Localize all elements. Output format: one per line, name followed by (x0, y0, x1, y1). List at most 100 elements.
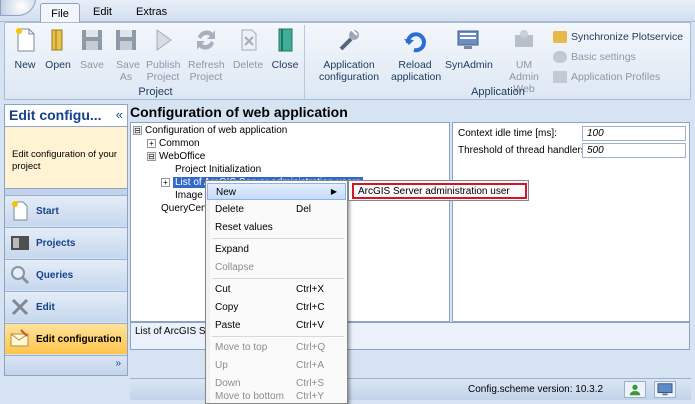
context-menu-cut[interactable]: Cut Ctrl+X (207, 281, 346, 298)
basic-settings-label: Basic settings (571, 51, 636, 63)
profiles-icon (553, 71, 567, 84)
nav-overflow-bar: » (5, 355, 127, 375)
tree-node-weboffice[interactable]: ⊟ WebOffice (147, 151, 205, 162)
nav-item-edit-configuration[interactable]: Edit configuration (5, 323, 127, 354)
ribbon-group-project: New Open Save Save As Publish Project Re… (7, 25, 305, 99)
nav-item-edit[interactable]: Edit (5, 291, 127, 322)
nav-item-start[interactable]: Start (5, 195, 127, 226)
context-menu-reset-values[interactable]: Reset values (207, 219, 346, 236)
nav-item-queries[interactable]: Queries (5, 259, 127, 290)
save-as-button[interactable]: Save As (111, 27, 141, 83)
submenu-arcgis-admin-user[interactable]: ArcGIS Server administration user (352, 183, 527, 199)
context-menu-move-to-bottom-label: Move to bottom (215, 391, 284, 402)
delete-icon (241, 29, 257, 51)
user-admin-icon (515, 30, 533, 47)
collapse-icon[interactable]: ⊟ (133, 126, 142, 135)
context-menu-collapse-label: Collapse (215, 262, 254, 273)
menu-separator (212, 278, 344, 279)
monitor-status-icon[interactable] (654, 381, 676, 398)
context-menu-down-label: Down (215, 378, 241, 389)
shortcut-cut: Ctrl+X (296, 284, 325, 295)
application-configuration-button[interactable]: Application configuration (313, 27, 385, 83)
context-menu-delete-label: Delete (215, 204, 244, 215)
settings-icon (553, 51, 567, 64)
envelope-edit-icon (10, 329, 29, 347)
context-menu-paste[interactable]: Paste Ctrl+V (207, 317, 346, 334)
context-menu-move-to-top-label: Move to top (215, 342, 268, 353)
nav-item-edit-configuration-label: Edit configuration (36, 334, 122, 345)
open-folder-icon (51, 29, 63, 51)
context-menu-copy[interactable]: Copy Ctrl+C (207, 299, 346, 316)
wrench-config-icon (339, 29, 359, 51)
context-menu-collapse[interactable]: Collapse (207, 259, 346, 276)
shortcut-copy: Ctrl+C (296, 302, 325, 313)
basic-settings-button[interactable]: Basic settings (553, 51, 636, 64)
new-button[interactable]: New (11, 27, 39, 71)
projects-icon (11, 236, 29, 250)
publish-project-button[interactable]: Publish Project (145, 27, 181, 83)
tree-node-project-initialization[interactable]: Project Initialization (175, 164, 261, 175)
synchronize-plotservice-button[interactable]: Synchronize Plotservice (553, 31, 683, 44)
synadmin-icon (457, 30, 479, 49)
nav-collapse-button[interactable]: « (116, 107, 123, 122)
context-menu-new-label: New (216, 187, 237, 198)
reload-application-button[interactable]: Reload application (391, 27, 441, 83)
reload-icon (404, 32, 426, 53)
context-menu-delete[interactable]: Delete Del (207, 201, 346, 218)
delete-button[interactable]: Delete (231, 27, 265, 71)
ribbon-group-label-project: Project (138, 86, 173, 98)
application-profiles-button[interactable]: Application Profiles (553, 71, 661, 84)
synadmin-button[interactable]: SynAdmin (445, 27, 493, 71)
collapse-icon[interactable]: ⊟ (147, 152, 156, 161)
tree-node-root[interactable]: ⊟ Configuration of web application (133, 125, 287, 136)
menu-extras[interactable]: Extras (136, 6, 167, 18)
menu-bar: File Edit Extras (0, 0, 695, 22)
context-menu-cut-label: Cut (215, 284, 231, 295)
close-button[interactable]: Close (269, 27, 301, 71)
menu-edit[interactable]: Edit (93, 6, 112, 18)
context-idle-time-field[interactable]: 100 (582, 126, 686, 141)
start-icon (12, 201, 28, 221)
context-menu-new[interactable]: New ▶ (207, 183, 346, 200)
context-menu-up[interactable]: Up Ctrl+A (207, 357, 346, 374)
app-orb-button[interactable] (0, 0, 36, 16)
save-as-icon (116, 30, 136, 50)
shortcut-down: Ctrl+S (296, 378, 325, 389)
tree-node-common[interactable]: + Common (147, 138, 200, 149)
nav-item-queries-label: Queries (36, 270, 74, 281)
nav-description: Edit configuration of your project (5, 127, 127, 189)
context-menu-move-to-top[interactable]: Move to top Ctrl+Q (207, 339, 346, 356)
user-status-icon[interactable] (624, 381, 646, 398)
menu-separator (212, 238, 344, 239)
context-menu-move-to-bottom[interactable]: Move to bottom Ctrl+Y (207, 389, 346, 404)
new-document-icon (16, 28, 35, 52)
nav-overflow-button[interactable]: » (115, 358, 121, 369)
expand-icon[interactable]: + (147, 139, 156, 148)
save-disk-icon (82, 30, 102, 50)
nav-item-projects-label: Projects (36, 238, 76, 249)
user-icon (629, 384, 641, 396)
context-idle-time-label: Context idle time [ms]: (458, 128, 557, 139)
navigation-pane: Edit configu... « Edit configuration of … (4, 104, 128, 376)
refresh-project-button[interactable]: Refresh Project (187, 27, 225, 83)
shortcut-move-to-bottom: Ctrl+Y (296, 391, 325, 402)
context-menu-reset-values-label: Reset values (215, 222, 273, 233)
open-button[interactable]: Open (43, 27, 73, 71)
application-profiles-label: Application Profiles (571, 71, 661, 83)
ribbon-group-application: Application configuration Reload applica… (307, 25, 689, 99)
um-admin-web-button[interactable]: UM Admin Web (501, 27, 547, 95)
shortcut-up: Ctrl+A (296, 360, 325, 371)
tree-node-label: Configuration of web application (145, 125, 288, 136)
save-button[interactable]: Save (77, 27, 107, 71)
context-menu-expand[interactable]: Expand (207, 241, 346, 258)
menu-file[interactable]: File (40, 3, 80, 22)
tree-node-label: Common (159, 138, 200, 149)
context-menu-up-label: Up (215, 360, 228, 371)
expand-icon[interactable]: + (161, 178, 170, 187)
context-menu-paste-label: Paste (215, 320, 241, 331)
nav-item-start-label: Start (36, 206, 59, 217)
nav-item-projects[interactable]: Projects (5, 227, 127, 258)
thread-threshold-field[interactable]: 500 (582, 143, 686, 158)
monitor-icon (657, 383, 673, 396)
schema-version: Config.scheme version: 10.3.2 (468, 384, 604, 395)
